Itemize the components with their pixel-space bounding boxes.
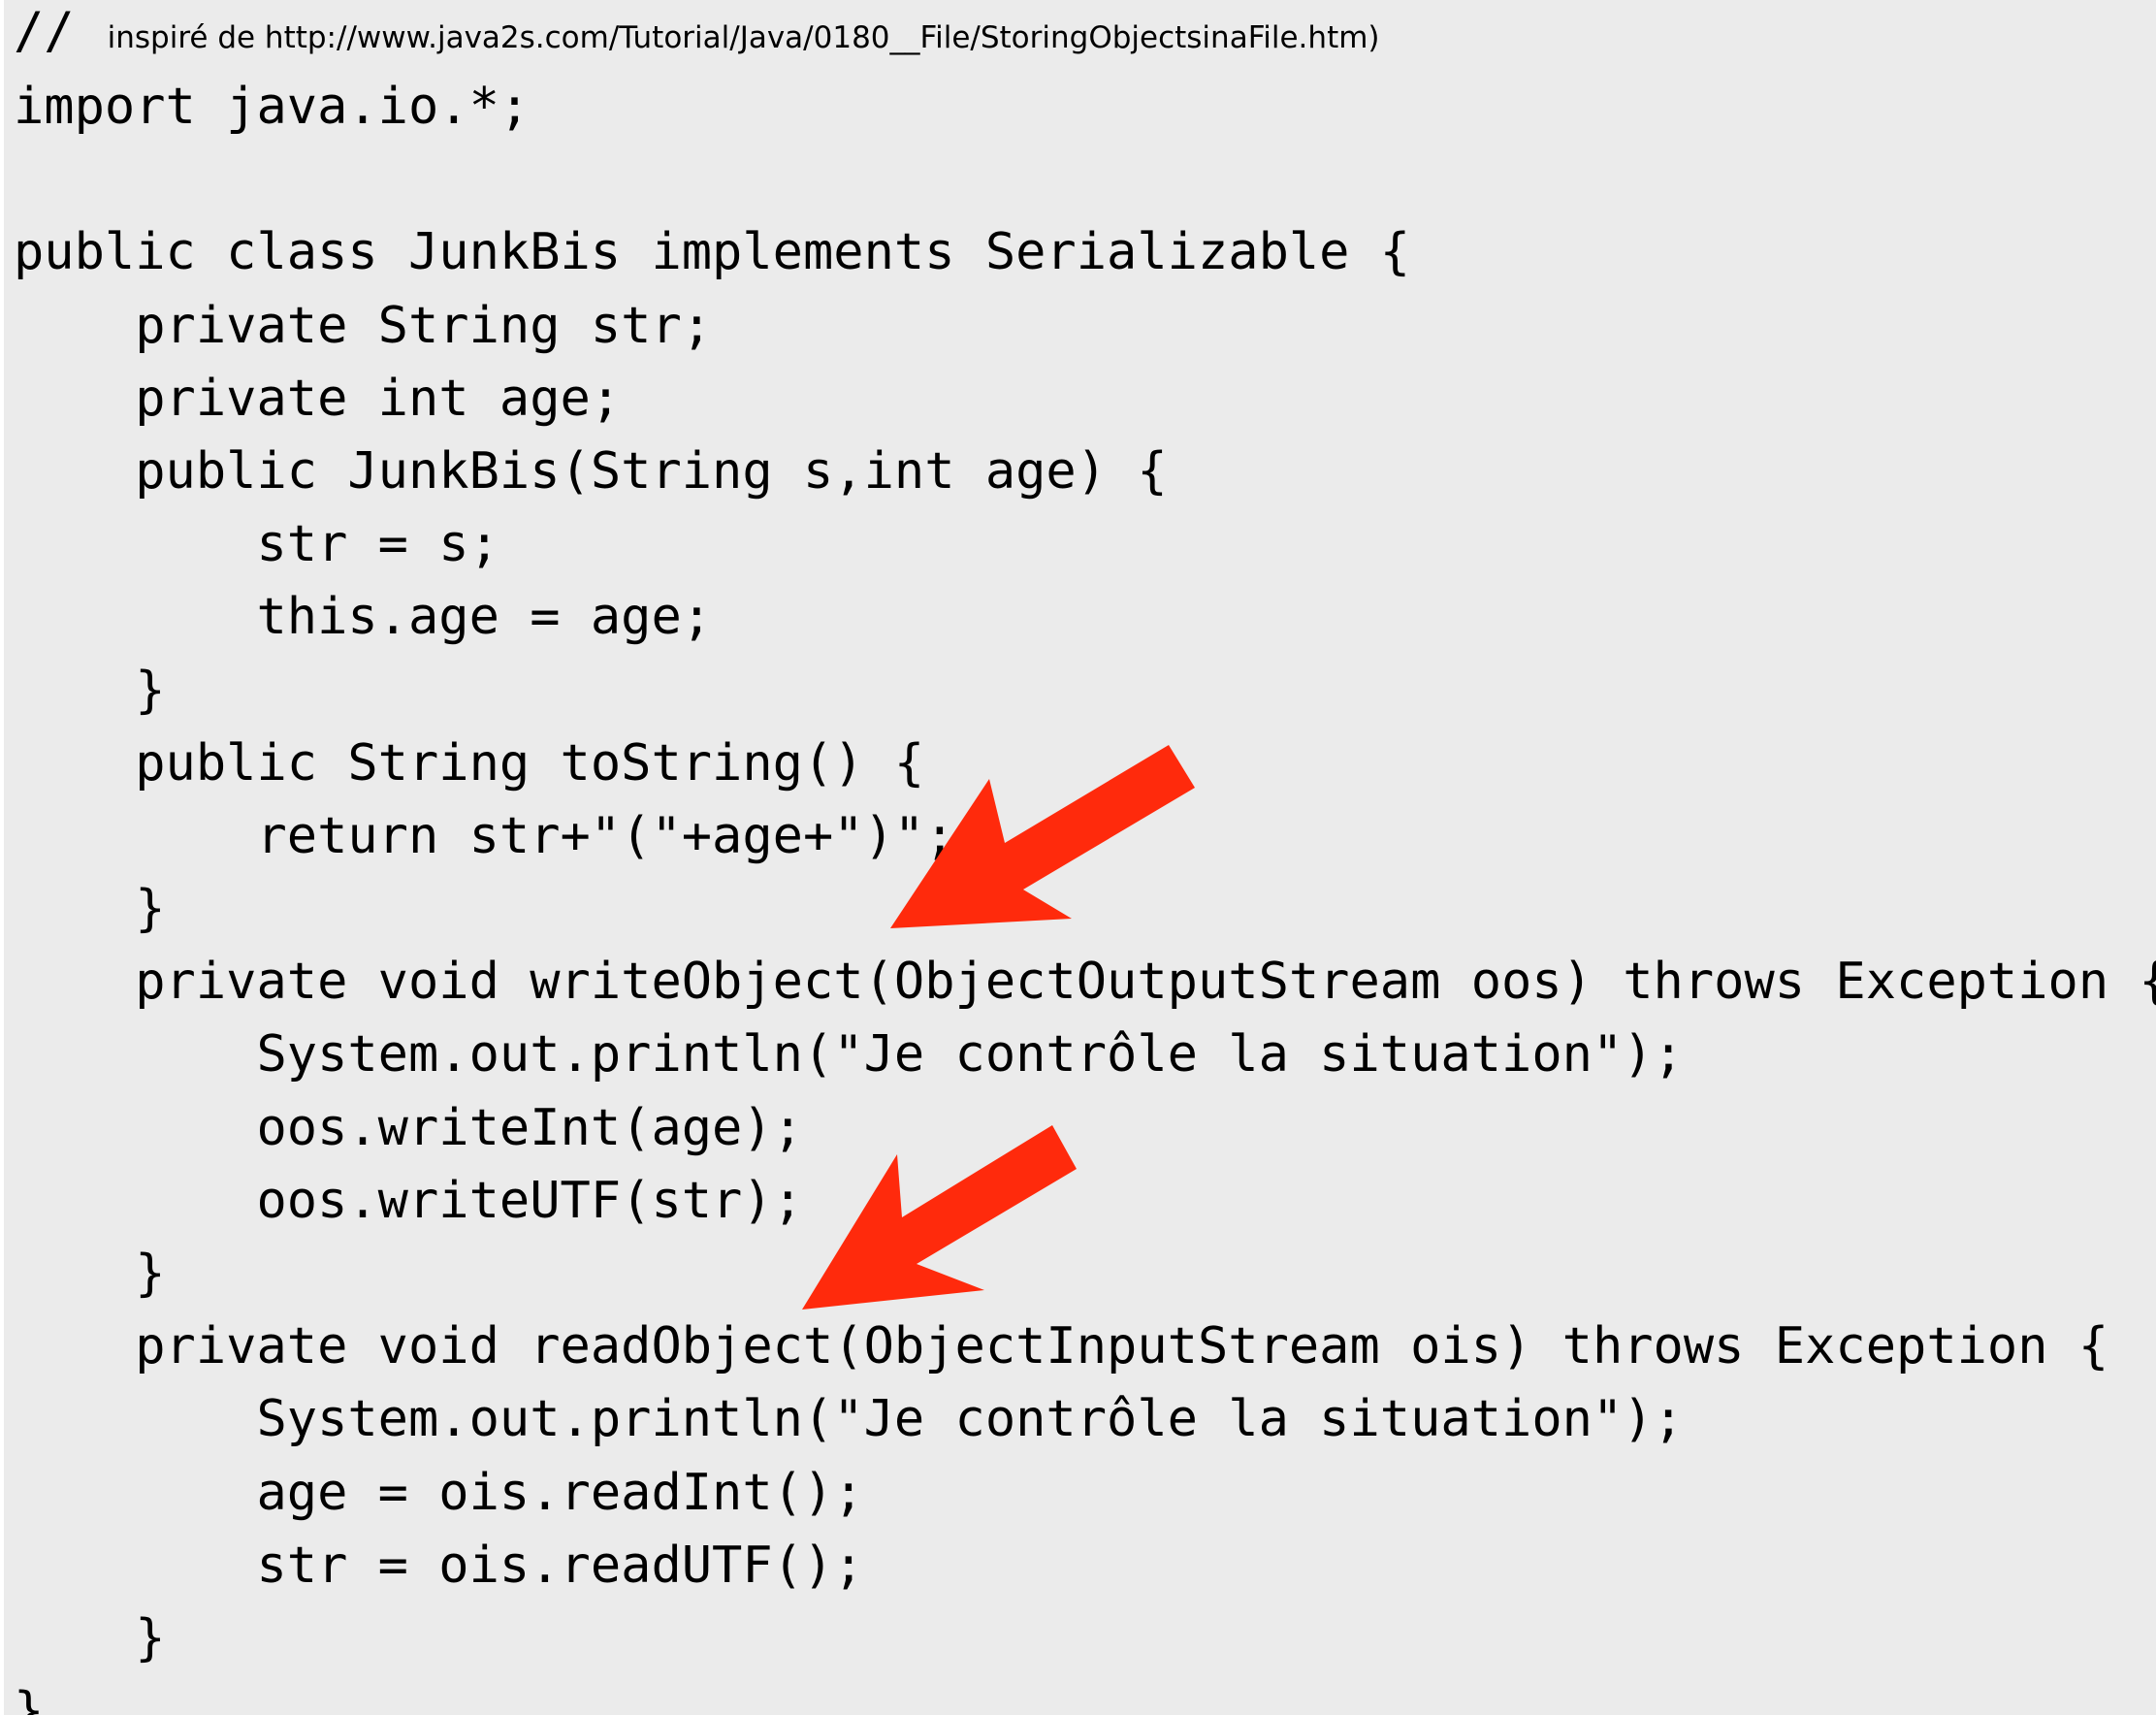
source-note: inspiré de http://www.java2s.com/Tutoria… [107, 20, 1380, 55]
code-line-assign-age: this.age = age; [14, 588, 713, 647]
code-line-close-brace: } [14, 880, 166, 939]
code-line-field-str: private String str; [14, 296, 713, 355]
code-line-return: return str+"("+age+")"; [14, 806, 955, 865]
code-line-close-brace: } [14, 1245, 166, 1303]
code-line-readint: age = ois.readInt(); [14, 1463, 864, 1522]
code-line-println: System.out.println("Je contrôle la situa… [14, 1025, 1684, 1084]
code-line-writeint: oos.writeInt(age); [14, 1098, 803, 1157]
code-screenshot: // inspiré de http://www.java2s.com/Tuto… [0, 0, 2156, 1715]
source-comment: // inspiré de http://www.java2s.com/Tuto… [14, 2, 1380, 60]
code-line-constructor: public JunkBis(String s,int age) { [14, 441, 1168, 501]
code-line-writeobject: private void writeObject(ObjectOutputStr… [14, 953, 2156, 1012]
code-line-import: import java.io.*; [14, 78, 531, 136]
comment-slashes: // [14, 2, 75, 60]
code-block: import java.io.*; public class JunkBis i… [14, 71, 2156, 1715]
code-line-println: System.out.println("Je contrôle la situa… [14, 1390, 1684, 1449]
code-line-field-age: private int age; [14, 369, 622, 428]
code-line-class-close: } [14, 1682, 45, 1715]
code-line-tostring: public String toString() { [14, 733, 925, 793]
left-border [0, 0, 4, 1715]
code-line-assign-str: str = s; [14, 515, 499, 574]
code-line-close-brace: } [14, 1608, 166, 1667]
code-line-close-brace: } [14, 661, 166, 720]
code-line-readobject: private void readObject(ObjectInputStrea… [14, 1317, 2109, 1376]
code-line-readutf: str = ois.readUTF(); [14, 1536, 864, 1595]
code-line-class-declaration: public class JunkBis implements Serializ… [14, 223, 1411, 282]
code-line-writeutf: oos.writeUTF(str); [14, 1171, 803, 1230]
